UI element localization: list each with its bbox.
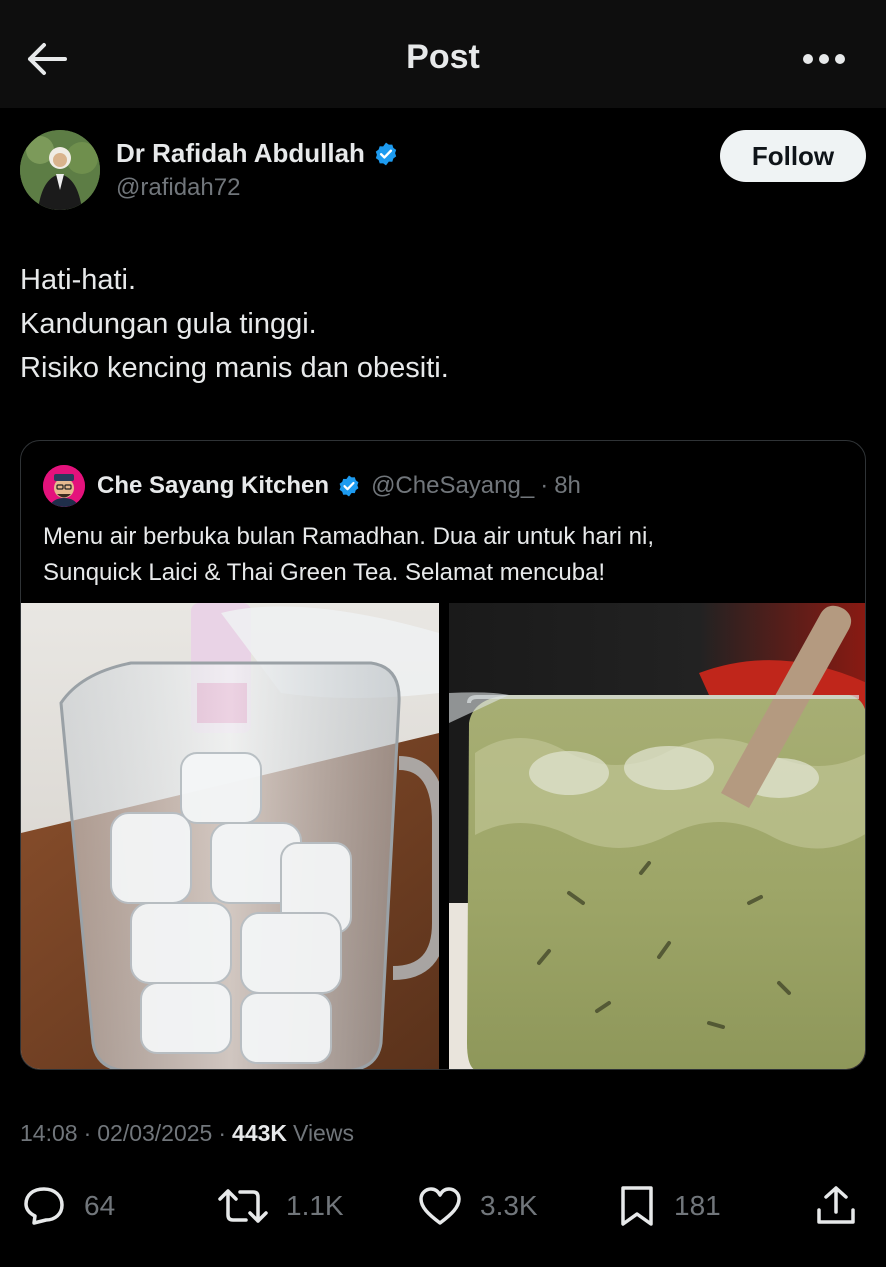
reply-count: 64 [84,1190,116,1221]
repost-icon [218,1189,268,1223]
like-count: 3.3K [480,1190,538,1221]
verified-icon [339,475,359,497]
bookmark-count: 181 [674,1190,721,1221]
share-icon [817,1186,855,1224]
bookmark-icon [621,1186,653,1226]
author-name[interactable]: Dr Rafidah Abdullah [116,138,365,169]
ice-jug-photo [21,603,439,1069]
verified-icon [375,142,397,165]
quoted-post[interactable]: Che Sayang Kitchen @CheSayang_ · 8h Menu… [20,440,866,1070]
reply-button[interactable]: 64 [22,1184,115,1228]
quoted-post-media [21,603,865,1069]
separator-dot: · [540,472,549,499]
quoted-author-avatar[interactable] [43,465,85,507]
views-count[interactable]: 443K [232,1120,287,1147]
action-bar: 64 1.1K 3.3K 181 [0,1172,886,1238]
post-time: 14:08 [20,1120,78,1146]
author-row: Dr Rafidah Abdullah @rafidah72 Follow [20,130,866,214]
author-avatar-image [20,130,100,210]
reply-icon [24,1187,64,1225]
media-image-green-tea[interactable] [449,603,865,1069]
green-tea-photo [449,603,865,1069]
post-line: Hati-hati. [20,264,137,296]
quoted-author-name[interactable]: Che Sayang Kitchen [97,472,329,500]
post-line: Risiko kencing manis dan obesiti. [20,352,449,384]
like-icon [419,1187,461,1225]
repost-button[interactable]: 1.1K [218,1184,344,1228]
views-label: Views [293,1120,354,1146]
quoted-author-handle[interactable]: @CheSayang_ [371,472,534,500]
bookmark-button[interactable]: 181 [618,1184,721,1228]
top-bar: Post [0,0,886,108]
post-text: Hati-hati. Kandungan gula tinggi. Risiko… [20,258,866,390]
quoted-post-line: Menu air berbuka bulan Ramadhan. Dua air… [43,523,655,550]
quoted-post-time: 8h [554,472,581,499]
more-icon [803,54,845,64]
follow-button[interactable]: Follow [720,130,866,182]
author-handle[interactable]: @rafidah72 [116,174,240,202]
repost-count: 1.1K [286,1190,344,1221]
media-image-ice-jug[interactable] [21,603,439,1069]
post-line: Kandungan gula tinggi. [20,308,317,340]
author-avatar[interactable] [20,130,100,210]
quoted-post-text: Menu air berbuka bulan Ramadhan. Dua air… [43,519,843,591]
more-button[interactable] [800,46,848,72]
post-meta: 14:08 · 02/03/2025 · 443K Views [20,1120,354,1147]
quoted-post-header: Che Sayang Kitchen @CheSayang_ · 8h [43,465,581,507]
share-button[interactable] [814,1184,858,1228]
separator-dot: · [218,1120,227,1146]
quoted-post-line: Sunquick Laici & Thai Green Tea. Selamat… [43,559,606,586]
like-button[interactable]: 3.3K [418,1184,538,1228]
page-title: Post [406,38,480,76]
post-date: 02/03/2025 [97,1120,213,1146]
quoted-avatar-image [43,465,85,507]
separator-dot: · [83,1120,92,1146]
